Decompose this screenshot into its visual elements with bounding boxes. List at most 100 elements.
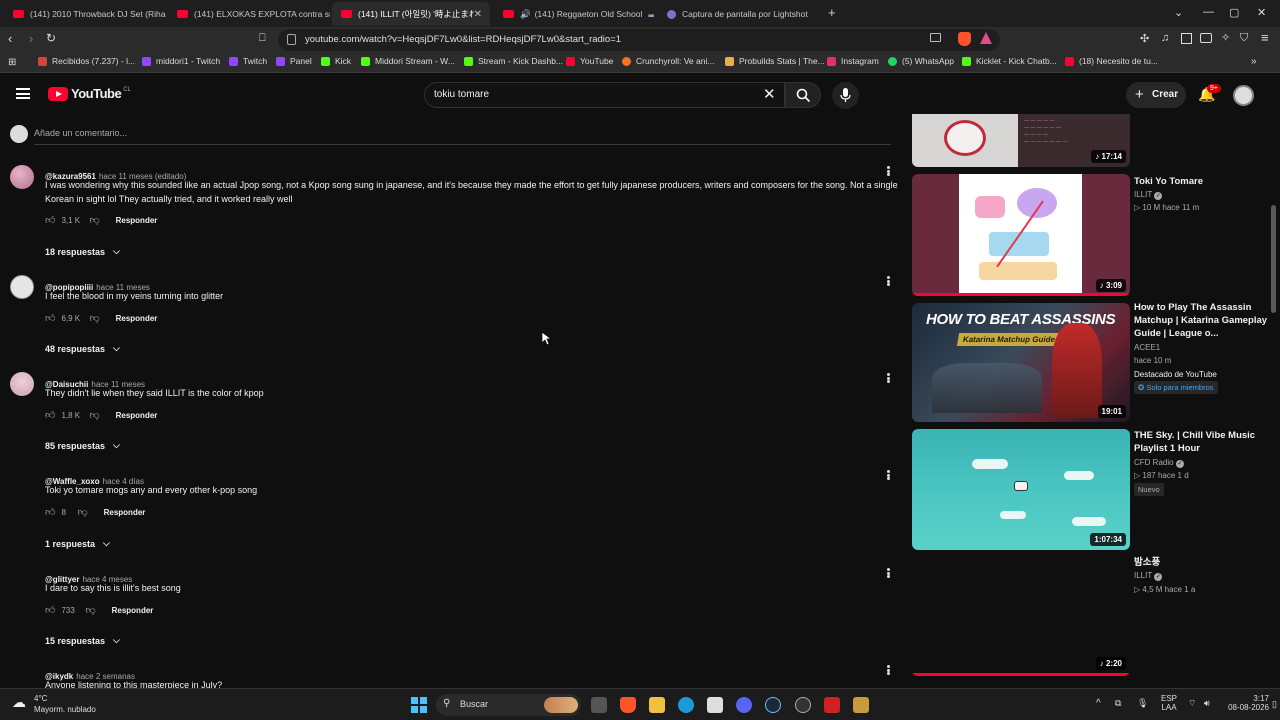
site-info-icon[interactable] — [287, 34, 296, 45]
leo-ai-icon[interactable]: ✧ — [1221, 31, 1230, 44]
search-input[interactable]: tokiu tomare ✕ — [424, 82, 785, 108]
hamburger-menu-icon[interactable] — [16, 88, 30, 99]
extensions-icon[interactable]: ✣ — [1140, 32, 1149, 45]
like-icon[interactable]: 👍︎ — [45, 604, 55, 616]
edge-icon[interactable] — [678, 697, 694, 713]
like-icon[interactable]: 👍︎ — [45, 506, 55, 518]
reply-button[interactable]: Responder — [116, 314, 158, 323]
channel-name[interactable]: ACEE1 — [1134, 343, 1160, 352]
youtube-logo[interactable]: YouTube CL — [48, 86, 131, 101]
apps-grid-icon[interactable]: ⊞ — [8, 57, 16, 68]
close-window-icon[interactable]: ✕ — [1257, 6, 1266, 19]
page-scrollbar[interactable] — [1271, 205, 1276, 313]
url-field[interactable]: youtube.com/watch?v=HeqsjDF7Lw0&list=RDH… — [278, 29, 1000, 51]
steam-icon[interactable] — [765, 697, 781, 713]
github-icon[interactable] — [795, 697, 811, 713]
maximize-icon[interactable]: ▢ — [1229, 6, 1239, 19]
clock[interactable]: 3:17 08-08-2026 — [1219, 694, 1269, 712]
store-icon[interactable] — [707, 697, 723, 713]
bookmark-item[interactable]: Crunchyroll: Ve ani... — [622, 56, 714, 66]
bookmark-item[interactable]: Kicklet - Kick Chatb... — [962, 56, 1057, 66]
like-icon[interactable]: 👍︎ — [45, 214, 55, 226]
comment-avatar[interactable] — [10, 165, 34, 189]
view-replies-button[interactable]: 18 respuestas ⌵ — [45, 246, 120, 257]
dislike-icon[interactable]: 👎︎ — [85, 604, 95, 616]
back-icon[interactable]: ‹ — [8, 31, 12, 46]
discord-icon[interactable] — [736, 697, 752, 713]
comment-avatar[interactable] — [10, 372, 34, 396]
video-thumbnail[interactable]: HOW TO BEAT ASSASSINS Katarina Matchup G… — [912, 303, 1130, 422]
microphone-tray-icon[interactable]: 🎙︎ — [1137, 698, 1148, 709]
like-icon[interactable]: 👍︎ — [45, 312, 55, 324]
bookmark-item[interactable]: middori1 - Twitch — [142, 56, 220, 66]
video-title[interactable]: 밤소풍 — [1134, 556, 1274, 569]
comment-menu-icon[interactable] — [883, 371, 893, 385]
bookmark-icon[interactable]: ⎕ — [259, 32, 266, 45]
windows-start-icon[interactable] — [411, 697, 427, 713]
bookmark-item[interactable]: Probuilds Stats | The... — [725, 56, 825, 66]
comment-avatar[interactable] — [10, 275, 34, 299]
wallet-icon[interactable] — [1200, 33, 1212, 43]
bookmark-item[interactable]: (5) WhatsApp — [888, 56, 954, 66]
view-replies-button[interactable]: 1 respuesta ⌵ — [45, 538, 110, 549]
app-tray-icon[interactable]: ⧉ — [1115, 698, 1121, 709]
browser-tab[interactable]: 🔊(141) Reggaeton Old School▬▬ — [494, 2, 654, 26]
new-tab-button[interactable]: + — [828, 5, 836, 20]
reply-button[interactable]: Responder — [112, 606, 154, 615]
video-thumbnail[interactable]: 1:07:34 — [912, 429, 1130, 550]
brave-rewards-icon[interactable] — [980, 32, 992, 44]
brave-shield-icon[interactable] — [958, 32, 971, 46]
vpn-icon[interactable]: ⛉ — [1240, 32, 1248, 45]
forward-icon[interactable]: › — [29, 31, 33, 46]
browser-tab-active[interactable]: (141) ILLIT (아일릿) '時よ止まれ (T✕ — [332, 2, 490, 26]
bookmark-item[interactable]: Twitch — [229, 56, 267, 66]
clear-search-icon[interactable]: ✕ — [763, 85, 776, 103]
music-icon[interactable]: ♫ — [1161, 32, 1169, 44]
notifications-icon[interactable]: ▯ — [1272, 699, 1277, 710]
bookmark-item[interactable]: Panel — [276, 56, 312, 66]
search-button[interactable] — [785, 82, 821, 108]
voice-search-button[interactable] — [832, 82, 859, 109]
dislike-icon[interactable]: 👎︎ — [89, 214, 99, 226]
chevron-down-icon[interactable]: ⌄ — [1174, 6, 1183, 19]
wifi-icon[interactable]: ⌔ — [1188, 698, 1196, 709]
volume-icon[interactable]: 🔊︎ — [1204, 698, 1210, 709]
dislike-icon[interactable]: 👎︎ — [89, 409, 99, 421]
channel-name[interactable]: CFD Radio ✓ — [1134, 458, 1184, 468]
video-thumbnail[interactable]: ♪ 2:20 — [912, 556, 1130, 676]
reply-button[interactable]: Responder — [104, 508, 146, 517]
channel-name[interactable]: ILLIT ✓ — [1134, 571, 1163, 581]
bookmark-item[interactable]: Middori Stream - W... — [361, 56, 455, 66]
video-title[interactable]: THE Sky. | Chill Vibe Music Playlist 1 H… — [1134, 429, 1274, 455]
reload-icon[interactable]: ↻ — [46, 31, 56, 45]
dislike-icon[interactable]: 👎︎ — [89, 312, 99, 324]
league-of-legends-icon[interactable] — [853, 697, 869, 713]
like-icon[interactable]: 👍︎ — [45, 409, 55, 421]
video-thumbnail[interactable]: ♪ 3:09 — [912, 174, 1130, 296]
video-title[interactable]: How to Play The Assassin Matchup | Katar… — [1134, 301, 1274, 340]
view-replies-button[interactable]: 15 respuestas ⌵ — [45, 635, 120, 646]
file-explorer-icon[interactable] — [649, 697, 665, 713]
comment-menu-icon[interactable] — [883, 566, 893, 580]
minimize-icon[interactable]: — — [1203, 6, 1214, 18]
taskbar-search[interactable]: ⚲ Buscar — [436, 694, 581, 716]
bookmark-item[interactable]: Recibidos (7.237) - l... — [38, 56, 135, 66]
add-comment-input[interactable]: Añade un comentario... — [34, 128, 127, 138]
comment-menu-icon[interactable] — [883, 468, 893, 482]
bookmark-item[interactable]: Instagram — [827, 56, 879, 66]
create-button[interactable]: + Crear — [1126, 82, 1186, 108]
sidebar-icon[interactable] — [1181, 33, 1192, 44]
weather-icon[interactable]: ☁ — [12, 694, 26, 711]
comment-menu-icon[interactable] — [883, 663, 893, 677]
weather-temp[interactable]: 4°C — [34, 694, 47, 703]
video-thumbnail[interactable]: — — — — — — — — — — — — — — — — — — — — — —… — [912, 114, 1130, 167]
video-title[interactable]: Toki Yo Tomare — [1134, 175, 1274, 188]
bookmark-item[interactable]: Kick — [321, 56, 351, 66]
reply-button[interactable]: Responder — [116, 216, 158, 225]
install-app-icon[interactable] — [930, 33, 941, 42]
browser-tab[interactable]: (141) ELXOKAS EXPLOTA contra su E — [168, 2, 330, 26]
menu-icon[interactable]: ≡ — [1261, 30, 1269, 45]
bookmark-item[interactable]: (18) Necesito de tu... — [1065, 56, 1158, 66]
browser-tab[interactable]: Captura de pantalla por Lightshot — [658, 2, 818, 26]
task-view-icon[interactable] — [591, 697, 607, 713]
